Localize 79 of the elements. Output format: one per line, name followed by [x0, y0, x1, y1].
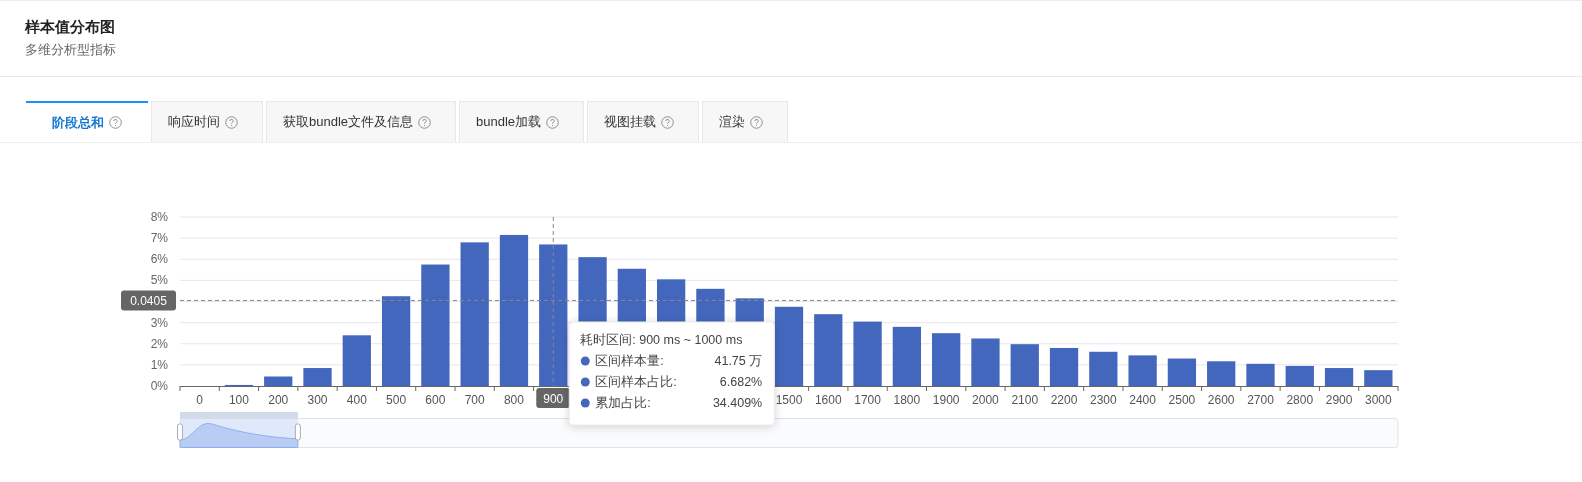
axis-label: 200: [268, 393, 289, 407]
axis-label: 2%: [150, 336, 168, 351]
histogram-bar: [264, 376, 293, 386]
series-dot: [580, 377, 590, 387]
histogram-bar: [971, 338, 1000, 386]
histogram-bar: [932, 333, 961, 386]
ref-line-label: 900: [543, 391, 564, 406]
axis-label: 2200: [1050, 393, 1078, 407]
histogram-bar: [853, 321, 882, 386]
histogram-bar: [1049, 348, 1079, 386]
series-dot: [580, 398, 590, 408]
panel-title: 样本值分布图: [25, 18, 115, 35]
axis-label: 6%: [150, 252, 168, 267]
tab[interactable]: 渲染: [702, 101, 789, 142]
histogram-bar: [892, 326, 921, 386]
range-slider[interactable]: [177, 412, 1399, 448]
help-icon[interactable]: [750, 115, 764, 129]
axis-label: 2100: [1011, 393, 1039, 407]
axis-label: 300: [307, 393, 328, 407]
axis-pointer-label: 900: [536, 388, 571, 408]
tab[interactable]: 获取bundle文件及信息: [266, 101, 457, 142]
histogram-bar: [1167, 358, 1197, 386]
histogram-bar: [342, 335, 371, 386]
axis-label: 2600: [1207, 393, 1235, 407]
axis-label: 2700: [1247, 393, 1274, 407]
axis-label: 700: [464, 393, 485, 407]
axis-label: 2900: [1325, 393, 1353, 407]
axis-label: 2800: [1286, 393, 1314, 407]
tooltip-label: 累加占比:: [595, 396, 651, 410]
ref-line-label: 0.0405: [130, 293, 168, 308]
tab[interactable]: 响应时间: [151, 101, 263, 142]
histogram-bar: [1324, 368, 1354, 386]
axis-label: 1500: [775, 393, 803, 407]
axis-pointer-label: 0.0405: [121, 290, 176, 311]
axis-label: 1600: [814, 393, 842, 407]
tab[interactable]: bundle加载: [459, 101, 585, 142]
tab[interactable]: 视图挂载: [587, 101, 700, 142]
axis-label: 3%: [150, 315, 168, 330]
histogram-bar: [1246, 363, 1275, 386]
axis-label: 2500: [1168, 393, 1196, 407]
axis-label: 2000: [972, 393, 999, 407]
series-dot: [580, 356, 590, 366]
axis-label: 100: [228, 393, 249, 407]
histogram-bar: [1285, 365, 1314, 386]
histogram-bar: [303, 368, 332, 386]
axis-label: 1900: [932, 393, 960, 407]
axis-label: 500: [386, 393, 407, 407]
axis-label: 2300: [1089, 393, 1117, 407]
tooltip-label: 区间样本量:: [595, 354, 664, 368]
tooltip-value: 6.682%: [719, 375, 763, 389]
help-icon[interactable]: [418, 115, 432, 129]
axis-label: 3000: [1365, 393, 1392, 407]
help-icon[interactable]: [109, 116, 122, 129]
histogram-bar: [1010, 344, 1039, 386]
tooltip-value: 41.75 万: [714, 354, 763, 368]
axis-label: 0: [196, 393, 203, 407]
help-icon[interactable]: [661, 115, 675, 129]
axis-label: 5%: [150, 273, 168, 288]
histogram-bar: [1207, 361, 1236, 386]
histogram-bar: [1089, 351, 1118, 386]
histogram-bar: [814, 314, 843, 386]
axis-label: 0%: [150, 379, 168, 393]
axis-label: 600: [425, 393, 446, 407]
axis-label: 1%: [150, 357, 168, 372]
tooltip-label: 区间样本占比:: [595, 375, 677, 389]
axis-label: 400: [346, 393, 367, 407]
axis-label: 2400: [1129, 393, 1156, 407]
histogram-bar: [1128, 355, 1157, 386]
axis-label: 7%: [150, 231, 168, 246]
histogram-bar: [1364, 370, 1393, 386]
axis-label: 1800: [893, 393, 921, 407]
tooltip-value: 34.409%: [712, 396, 763, 410]
axis-label: 8%: [150, 210, 168, 224]
tooltip-title: 耗时区间: 900 ms ~ 1000 ms: [580, 333, 743, 347]
panel-subtitle: 多维分析型指标: [25, 42, 116, 57]
axis-label: 1700: [854, 393, 881, 407]
help-icon[interactable]: [546, 115, 560, 129]
axis-label: 800: [503, 393, 524, 407]
help-icon[interactable]: [225, 115, 238, 129]
